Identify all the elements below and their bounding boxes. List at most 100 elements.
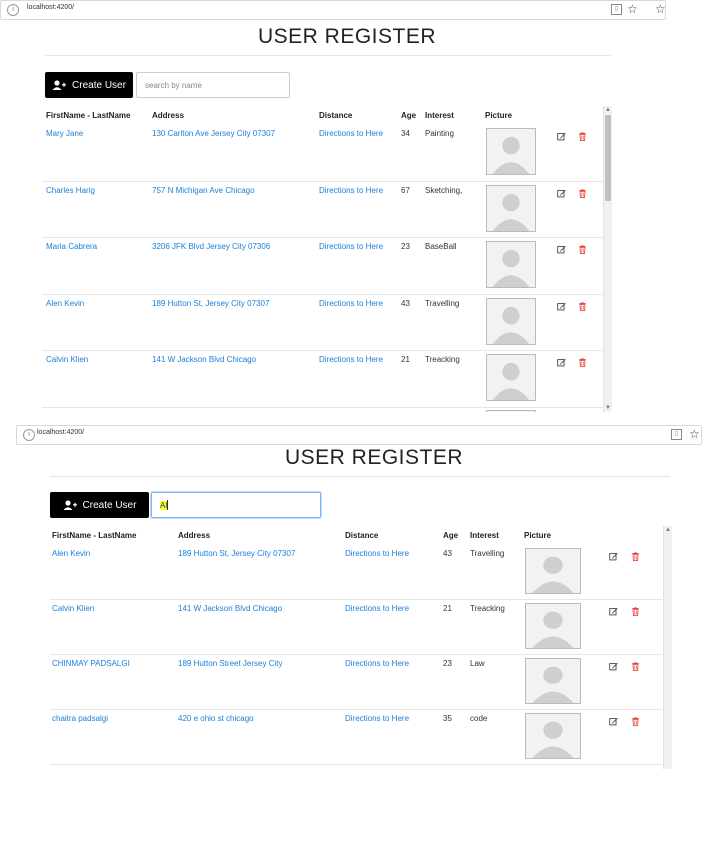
directions-link[interactable]: Directions to Here bbox=[319, 242, 383, 251]
interest-value: BaseBall bbox=[425, 242, 457, 251]
edit-icon[interactable] bbox=[557, 245, 566, 254]
directions-link[interactable]: Directions to Here bbox=[345, 549, 409, 558]
table-row: chaitra padsalgi 420 e ohio st chicago Dir… bbox=[50, 709, 662, 765]
trash-icon[interactable] bbox=[578, 245, 587, 255]
page-title: USER REGISTER bbox=[258, 25, 437, 48]
edit-icon[interactable] bbox=[609, 607, 618, 616]
user-name-link[interactable]: Alen Kevin bbox=[46, 299, 84, 308]
text-cursor bbox=[167, 500, 169, 510]
header-picture: Picture bbox=[485, 111, 513, 120]
address-link[interactable]: 757 N Michigan Ave Chicago bbox=[152, 186, 255, 195]
edit-icon[interactable] bbox=[609, 717, 618, 726]
trash-icon[interactable] bbox=[631, 552, 640, 562]
bookmark-star-icon[interactable]: ☆ bbox=[627, 2, 638, 16]
reader-mode-icon[interactable]: ▯ bbox=[671, 429, 682, 440]
edit-icon[interactable] bbox=[557, 189, 566, 198]
trash-icon[interactable] bbox=[578, 188, 587, 198]
search-input[interactable]: Al bbox=[151, 492, 321, 518]
age-value: 43 bbox=[401, 298, 410, 308]
trash-icon[interactable] bbox=[631, 662, 640, 672]
table-scrollbar[interactable]: ▲ ▼ bbox=[603, 106, 612, 412]
address-link[interactable]: 141 W Jackson Blvd Chicago bbox=[152, 355, 256, 364]
create-user-button[interactable]: Create User bbox=[45, 72, 133, 98]
scrollbar-thumb[interactable] bbox=[605, 115, 611, 201]
user-avatar bbox=[486, 184, 536, 232]
interest-value: Law bbox=[470, 659, 485, 668]
table-header: FirstName - LastName Address Distance Ag… bbox=[50, 526, 662, 544]
reader-mode-icon[interactable]: ▯ bbox=[611, 4, 622, 15]
table-row: Charles Harig 757 N Michigan Ave Chicago D… bbox=[42, 181, 603, 238]
user-avatar bbox=[525, 658, 581, 704]
interest-value: Treacking bbox=[470, 604, 505, 613]
info-icon[interactable]: i bbox=[23, 429, 35, 441]
info-icon[interactable]: i bbox=[7, 4, 19, 16]
url-text[interactable]: localhost:4200/ bbox=[37, 429, 84, 436]
user-name-link[interactable]: Calvin Klien bbox=[52, 604, 94, 613]
user-avatar bbox=[486, 128, 536, 175]
scroll-down-icon[interactable]: ▼ bbox=[604, 404, 612, 412]
user-avatar bbox=[525, 603, 581, 649]
directions-link[interactable]: Directions to Here bbox=[319, 355, 383, 364]
scroll-up-icon[interactable]: ▲ bbox=[664, 526, 672, 534]
user-name-link[interactable]: Mary Jane bbox=[46, 129, 83, 138]
interest-value: Travelling bbox=[470, 549, 505, 558]
user-table: FirstName - LastName Address Distance Ag… bbox=[42, 106, 603, 412]
address-link[interactable]: 3206 JFK Blvd Jersey City 07306 bbox=[152, 242, 270, 251]
header-address: Address bbox=[152, 111, 185, 120]
address-link[interactable]: 141 W Jackson Blvd Chicago bbox=[178, 604, 282, 613]
trash-icon[interactable] bbox=[578, 358, 587, 368]
table-row: Alen Kevin 189 Hutton St, Jersey City 073… bbox=[42, 294, 603, 351]
user-name-link[interactable]: Maria Cabrera bbox=[46, 242, 97, 251]
directions-link[interactable]: Directions to Here bbox=[345, 659, 409, 668]
directions-link[interactable]: Directions to Here bbox=[345, 604, 409, 613]
header-interest: Interest bbox=[470, 531, 499, 540]
address-bar[interactable]: i localhost:4200/ ▯ ☆ ☆ bbox=[0, 0, 666, 20]
url-text[interactable]: localhost:4200/ bbox=[27, 4, 74, 11]
table-scrollbar[interactable]: ▲ bbox=[663, 526, 672, 769]
age-value: 21 bbox=[401, 355, 410, 364]
trash-icon[interactable] bbox=[631, 717, 640, 727]
age-value: 23 bbox=[401, 242, 410, 251]
user-name-link[interactable]: chaitra padsalgi bbox=[52, 714, 108, 723]
trash-icon[interactable] bbox=[631, 607, 640, 617]
age-value: 21 bbox=[443, 604, 452, 613]
add-user-icon bbox=[63, 500, 77, 510]
header-address: Address bbox=[178, 531, 211, 540]
bookmark-star-icon[interactable]: ☆ bbox=[689, 427, 700, 441]
directions-link[interactable]: Directions to Here bbox=[319, 129, 383, 138]
age-value: 35 bbox=[443, 714, 452, 723]
directions-link[interactable]: Directions to Here bbox=[319, 186, 383, 195]
header-name: FirstName - LastName bbox=[52, 531, 137, 540]
search-input[interactable] bbox=[136, 72, 290, 98]
address-bar[interactable]: i localhost:4200/ ▯ ☆ bbox=[16, 425, 702, 445]
bookmarks-star-icon[interactable]: ☆ bbox=[655, 2, 666, 16]
interest-value: Painting bbox=[425, 129, 454, 138]
age-value: 43 bbox=[443, 549, 452, 558]
user-name-link[interactable]: Alen Kevin bbox=[52, 549, 90, 558]
address-link[interactable]: 130 Carlton Ave Jersey City 07307 bbox=[152, 129, 275, 138]
screenshot-filtered-list: i localhost:4200/ ▯ ☆ USER REGISTER Crea… bbox=[16, 425, 702, 770]
address-link[interactable]: 189 Hutton St, Jersey City 07307 bbox=[152, 299, 269, 308]
address-link[interactable]: 189 Hutton St, Jersey City 07307 bbox=[178, 549, 295, 558]
user-name-link[interactable]: Calvin Klien bbox=[46, 355, 88, 364]
create-user-button[interactable]: Create User bbox=[50, 492, 149, 518]
user-name-link[interactable]: Charles Harig bbox=[46, 186, 95, 195]
edit-icon[interactable] bbox=[557, 132, 566, 141]
user-avatar bbox=[486, 354, 536, 401]
user-name-link[interactable]: CHINMAY PADSALGI bbox=[52, 659, 130, 668]
edit-icon[interactable] bbox=[557, 302, 566, 311]
edit-icon[interactable] bbox=[609, 552, 618, 561]
scroll-up-icon[interactable]: ▲ bbox=[604, 106, 612, 114]
trash-icon[interactable] bbox=[578, 301, 587, 311]
directions-link[interactable]: Directions to Here bbox=[345, 714, 409, 723]
edit-icon[interactable] bbox=[609, 662, 618, 671]
table-header: FirstName - LastName Address Distance Ag… bbox=[42, 106, 603, 124]
directions-link[interactable]: Directions to Here bbox=[319, 299, 383, 308]
table-row: Calvin Klien 141 W Jackson Blvd Chicago Di… bbox=[50, 599, 662, 655]
edit-icon[interactable] bbox=[557, 358, 566, 367]
add-user-icon bbox=[52, 80, 67, 90]
address-link[interactable]: 189 Hutton Street Jersey City bbox=[178, 659, 283, 668]
header-picture: Picture bbox=[524, 531, 552, 540]
address-link[interactable]: 420 e ohio st chicago bbox=[178, 714, 254, 723]
trash-icon[interactable] bbox=[578, 132, 587, 142]
